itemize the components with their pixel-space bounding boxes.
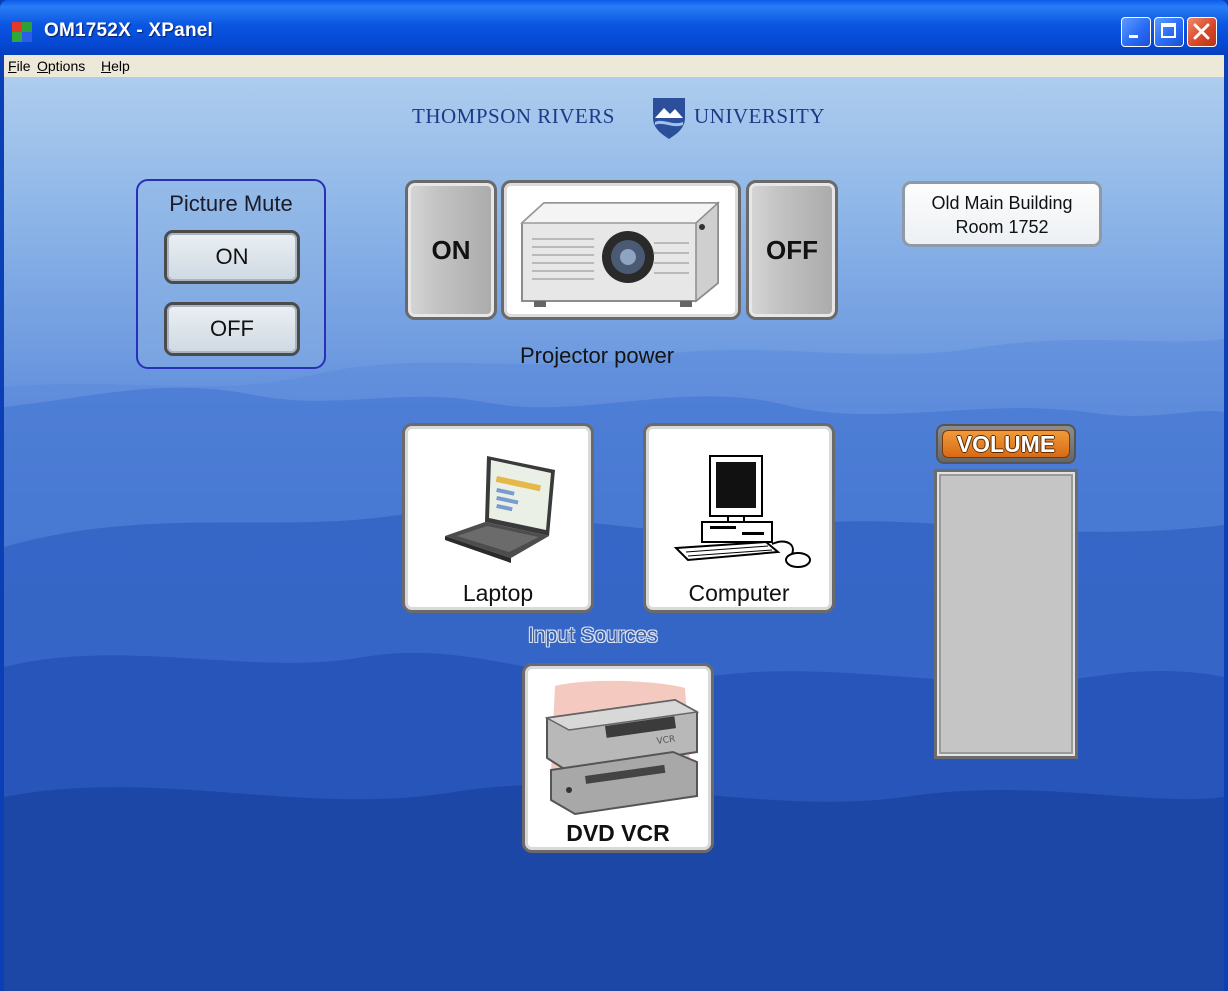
menu-options[interactable]: Options — [37, 58, 85, 74]
room-info: Old Main Building Room 1752 — [902, 181, 1102, 247]
projector-power-label: Projector power — [520, 343, 675, 368]
minimize-button[interactable] — [1121, 17, 1151, 47]
picture-mute-off-button[interactable]: OFF — [164, 302, 300, 356]
projector-on-button[interactable]: ON — [405, 180, 497, 320]
source-dvd-vcr-button[interactable]: VCR DVD VCR — [522, 663, 714, 853]
menu-help[interactable]: Help — [101, 58, 130, 74]
logo-text-right: UNIVERSITY — [694, 104, 825, 128]
menu-options-label: ptions — [47, 58, 86, 74]
close-button[interactable] — [1187, 17, 1217, 47]
maximize-icon — [1161, 23, 1176, 38]
source-computer-button[interactable]: Computer — [643, 423, 835, 613]
input-sources-label: Input Sources — [528, 624, 658, 647]
xpanel-window: OM1752X - XPanel File Options Help THOMP… — [0, 0, 1228, 991]
laptop-icon — [445, 456, 555, 563]
picture-mute-on-button[interactable]: ON — [164, 230, 300, 284]
menu-file-accel: F — [8, 58, 17, 74]
menu-file[interactable]: File — [8, 58, 31, 74]
crest-icon — [653, 98, 685, 139]
menu-bar: File Options Help — [4, 55, 1224, 77]
volume-label: VOLUME — [942, 430, 1070, 458]
projector-icon — [520, 201, 720, 307]
university-logo: THOMPSON RIVERS UNIVERSITY — [412, 96, 832, 140]
picture-mute-title: Picture Mute — [169, 191, 293, 216]
menu-options-accel: O — [37, 58, 48, 74]
minimize-icon — [1129, 35, 1138, 38]
computer-icon — [673, 455, 811, 568]
maximize-button[interactable] — [1154, 17, 1184, 47]
app-icon — [12, 22, 32, 42]
volume-slider[interactable] — [934, 469, 1078, 759]
control-panel: THOMPSON RIVERS UNIVERSITY Picture Mute … — [4, 77, 1224, 991]
menu-help-accel: H — [101, 58, 112, 74]
room-building: Old Main Building — [931, 193, 1073, 213]
projector-image — [501, 180, 741, 320]
window-title: OM1752X - XPanel — [44, 20, 213, 41]
source-laptop-button[interactable]: Laptop — [402, 423, 594, 613]
title-bar[interactable]: OM1752X - XPanel — [0, 0, 1228, 55]
volume-button[interactable]: VOLUME — [936, 424, 1076, 464]
source-dvd-vcr-label: DVD VCR — [566, 820, 670, 846]
projector-off-button[interactable]: OFF — [746, 180, 838, 320]
picture-mute-group: Picture Mute ON OFF — [136, 179, 326, 369]
logo-text-left: THOMPSON RIVERS — [412, 104, 615, 128]
dvd-vcr-icon: VCR — [544, 680, 700, 816]
source-computer-label: Computer — [688, 580, 790, 606]
menu-help-label: elp — [111, 58, 130, 74]
menu-file-label: ile — [16, 58, 31, 74]
close-icon — [1193, 23, 1210, 40]
room-number: Room 1752 — [955, 217, 1049, 237]
source-laptop-label: Laptop — [462, 580, 534, 606]
